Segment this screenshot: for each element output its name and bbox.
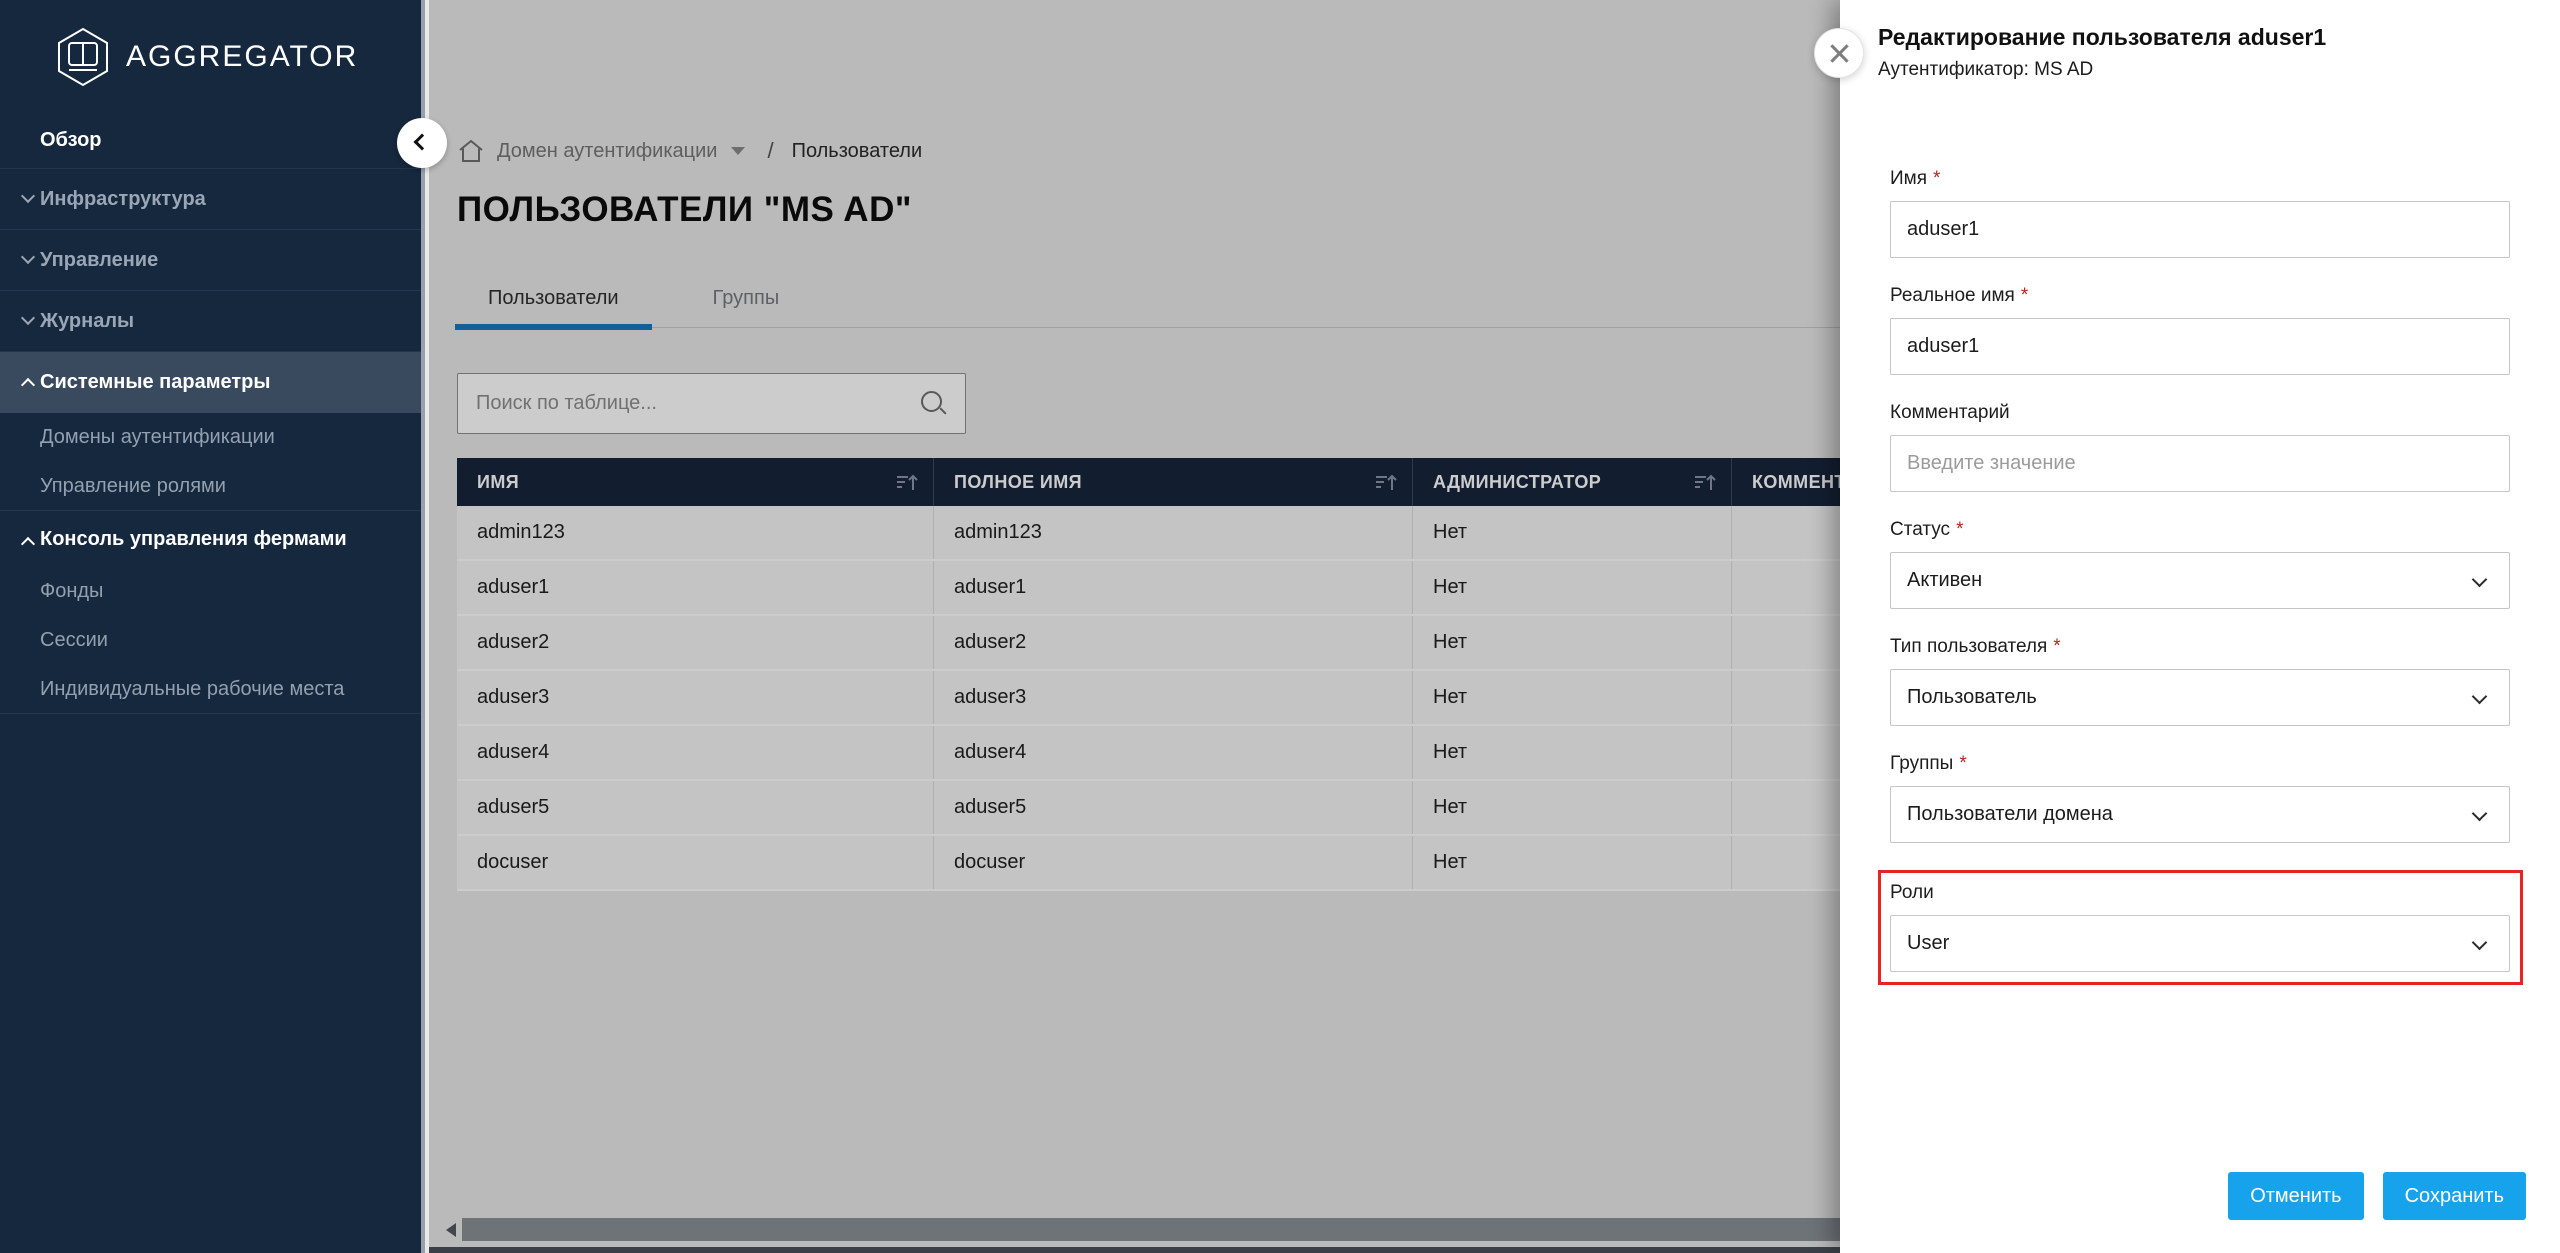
chevron-down-icon (2472, 572, 2488, 588)
required-mark: * (2053, 636, 2060, 657)
sidebar-nav: Обзор Инфраструктура Управление Журналы … (0, 113, 421, 714)
sidebar-item-farm-console[interactable]: Консоль управления фермами (0, 511, 421, 567)
user-type-select[interactable]: Пользователь (1890, 669, 2510, 726)
field-user-type: Тип пользователя* Пользователь (1890, 636, 2510, 726)
logo-hexagon-book-icon (56, 27, 110, 87)
sidebar-item-journals[interactable]: Журналы (0, 291, 421, 352)
chevron-up-icon (21, 378, 35, 392)
chevron-up-icon (21, 537, 35, 551)
screen: AGGREGATOR Обзор Инфраструктура Управлен… (0, 0, 2560, 1253)
sidebar: AGGREGATOR Обзор Инфраструктура Управлен… (0, 0, 425, 1253)
real-name-input[interactable] (1890, 318, 2510, 375)
edit-user-form: Имя* Реальное имя* Комментарий Статус* А… (1890, 168, 2510, 985)
sidebar-item-pools[interactable]: Фонды (0, 567, 421, 616)
roles-highlight-box: Роли User (1878, 870, 2523, 985)
chevron-down-icon (2472, 935, 2488, 951)
field-name: Имя* (1890, 168, 2510, 258)
save-button[interactable]: Сохранить (2383, 1172, 2526, 1220)
sidebar-item-auth-domains[interactable]: Домены аутентификации (0, 413, 421, 462)
required-mark: * (2021, 285, 2028, 306)
sidebar-item-sessions[interactable]: Сессии (0, 616, 421, 665)
required-mark: * (1959, 753, 1966, 774)
chevron-left-icon (414, 134, 431, 151)
chevron-down-icon (21, 311, 35, 325)
edit-user-panel: Редактирование пользователя aduser1 Ауте… (1840, 0, 2560, 1253)
chevron-down-icon (2472, 689, 2488, 705)
panel-subtitle: Аутентификатор: MS AD (1878, 59, 2326, 81)
panel-title: Редактирование пользователя aduser1 (1878, 24, 2326, 51)
name-input[interactable] (1890, 201, 2510, 258)
sidebar-collapse-button[interactable] (397, 118, 447, 168)
sidebar-item-management[interactable]: Управление (0, 230, 421, 291)
groups-select[interactable]: Пользователи домена (1890, 786, 2510, 843)
panel-header: Редактирование пользователя aduser1 Ауте… (1878, 24, 2326, 81)
roles-select[interactable]: User (1890, 915, 2510, 972)
field-comment: Комментарий (1890, 402, 2510, 492)
sidebar-item-infrastructure[interactable]: Инфраструктура (0, 169, 421, 230)
field-real-name: Реальное имя* (1890, 285, 2510, 375)
app-logo: AGGREGATOR (0, 0, 421, 113)
field-roles: Роли User (1890, 882, 2510, 972)
sidebar-item-overview[interactable]: Обзор (0, 113, 421, 169)
field-status: Статус* Активен (1890, 519, 2510, 609)
chevron-down-icon (21, 250, 35, 264)
comment-input[interactable] (1890, 435, 2510, 492)
chevron-down-icon (2472, 806, 2488, 822)
required-mark: * (1956, 519, 1963, 540)
brand-name: AGGREGATOR (126, 40, 358, 74)
close-panel-button[interactable] (1814, 28, 1864, 78)
sidebar-item-individual-workplaces[interactable]: Индивидуальные рабочие места (0, 665, 421, 714)
required-mark: * (1933, 168, 1940, 189)
sidebar-item-role-management[interactable]: Управление ролями (0, 462, 421, 511)
field-groups: Группы* Пользователи домена (1890, 753, 2510, 843)
status-select[interactable]: Активен (1890, 552, 2510, 609)
cancel-button[interactable]: Отменить (2228, 1172, 2363, 1220)
panel-actions: Отменить Сохранить (2228, 1172, 2526, 1220)
sidebar-item-system-params[interactable]: Системные параметры (0, 352, 421, 413)
chevron-down-icon (21, 189, 35, 203)
